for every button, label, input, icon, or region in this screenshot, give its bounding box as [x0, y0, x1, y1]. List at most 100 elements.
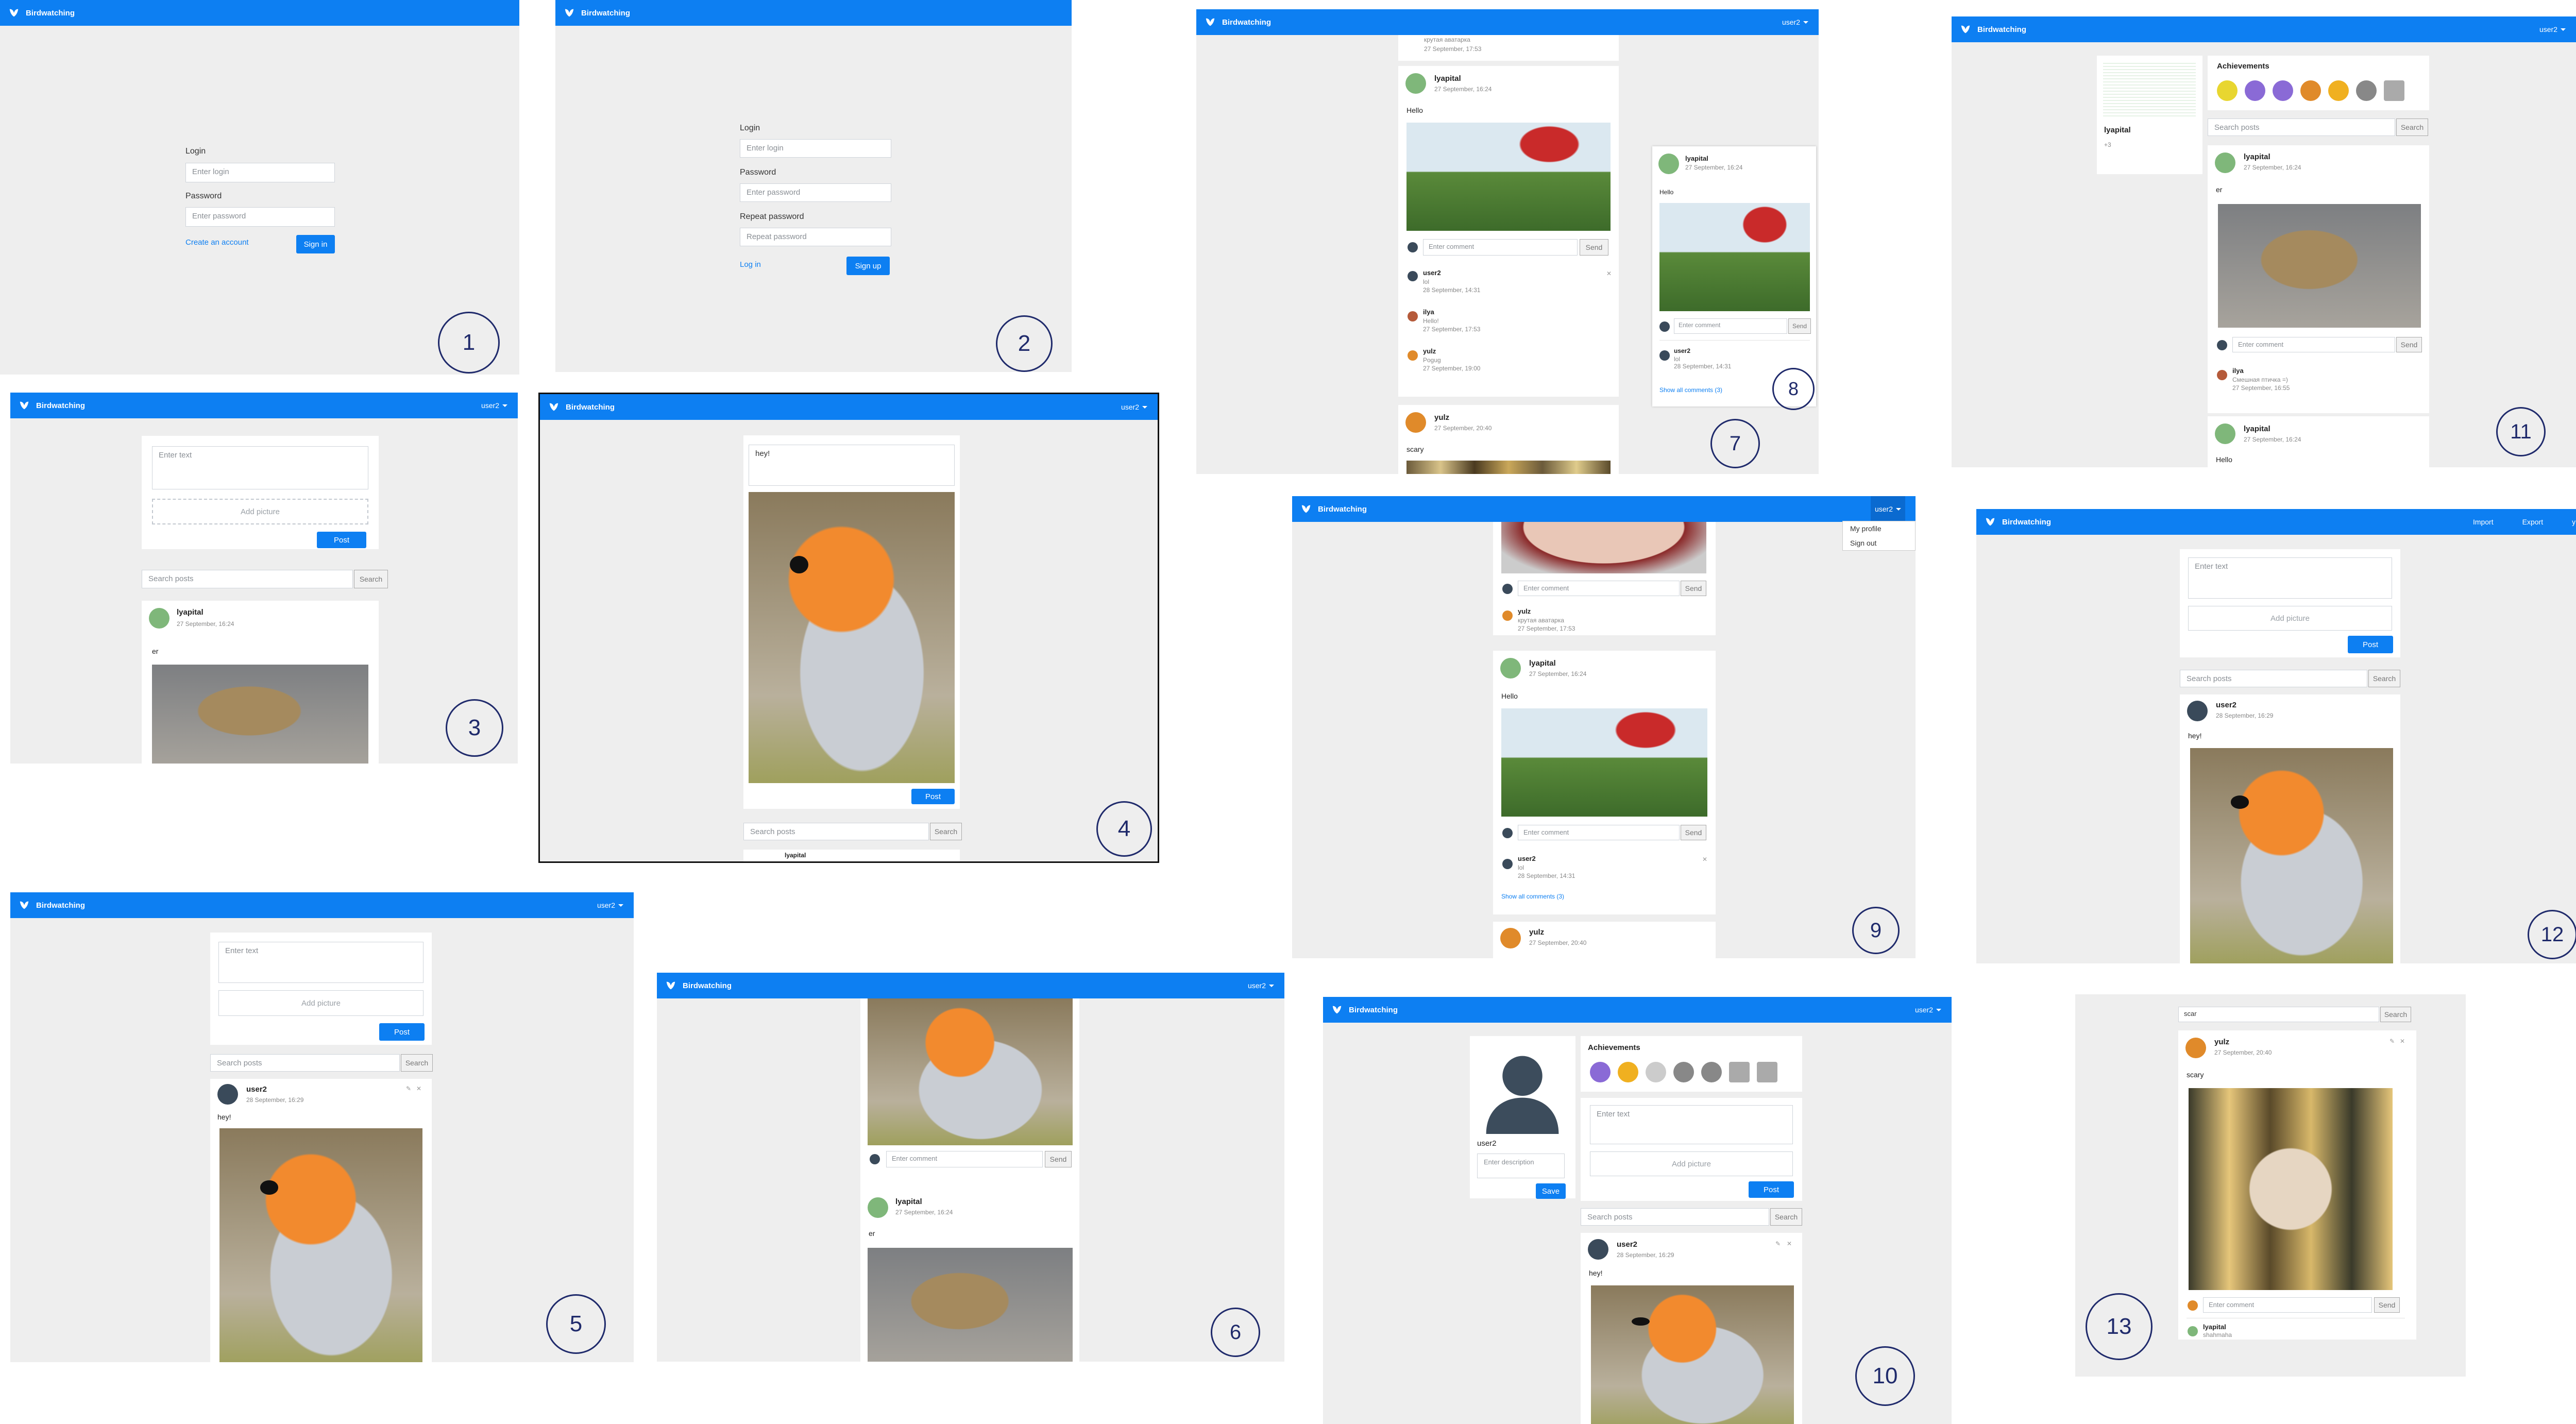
post-author[interactable]: lyapital	[2244, 152, 2270, 161]
search-button[interactable]: Search	[1770, 1208, 1802, 1226]
send-button[interactable]: Send	[1681, 581, 1706, 596]
search-input[interactable]: scar	[2178, 1007, 2379, 1022]
comment-input[interactable]: Enter comment	[886, 1151, 1043, 1167]
delete-comment-icon[interactable]: ✕	[1702, 856, 1707, 863]
post-author[interactable]: lyapital	[1685, 155, 1708, 162]
comment-author[interactable]: ilya	[1423, 308, 1434, 316]
password-input[interactable]: Enter password	[740, 183, 891, 202]
delete-comment-icon[interactable]: ✕	[1606, 270, 1612, 277]
create-account-link[interactable]: Create an account	[185, 238, 249, 247]
add-picture-button[interactable]: Add picture	[218, 990, 423, 1016]
search-button[interactable]: Search	[930, 823, 962, 840]
menu-item-sign-out[interactable]: Sign out	[1843, 536, 1915, 550]
user-dropdown[interactable]: user2	[1121, 394, 1147, 420]
post-author[interactable]: lyapital	[177, 608, 204, 617]
show-all-comments-link[interactable]: Show all comments (3)	[1659, 386, 1722, 394]
comment-author[interactable]: ilya	[2232, 367, 2244, 375]
search-input[interactable]: Search posts	[743, 823, 929, 840]
comment-author[interactable]: yulz	[1423, 347, 1436, 355]
send-button[interactable]: Send	[1681, 825, 1706, 840]
comment-input[interactable]: Enter comment	[2203, 1297, 2372, 1313]
post-author[interactable]: yulz	[2214, 1038, 2229, 1046]
post-author[interactable]: lyapital	[1434, 74, 1461, 83]
user-dropdown[interactable]: user2	[1915, 997, 1941, 1023]
search-input[interactable]: Search posts	[2208, 118, 2395, 136]
comment-author[interactable]: user2	[1423, 269, 1441, 277]
post-author[interactable]: user2	[246, 1085, 267, 1094]
brand[interactable]: Birdwatching	[1300, 496, 1367, 522]
comment-author[interactable]: lyapital	[2203, 1323, 2226, 1331]
post-text-input[interactable]: Enter text	[152, 446, 368, 489]
post-author[interactable]: yulz	[1529, 928, 1544, 937]
save-button[interactable]: Save	[1536, 1183, 1566, 1199]
user-dropdown[interactable]: user2	[1782, 9, 1808, 35]
send-button[interactable]: Send	[1580, 239, 1608, 256]
post-author[interactable]: user2	[2216, 701, 2236, 709]
add-picture-button[interactable]: Add picture	[2188, 606, 2392, 631]
brand[interactable]: Birdwatching	[1205, 9, 1271, 35]
delete-icon[interactable]: ✕	[416, 1085, 421, 1092]
sign-in-button[interactable]: Sign in	[296, 235, 335, 253]
user-dropdown[interactable]: user2	[2539, 16, 2566, 42]
post-button[interactable]: Post	[317, 532, 366, 548]
user-dropdown[interactable]: user2	[597, 892, 623, 918]
send-button[interactable]: Send	[2396, 337, 2422, 352]
post-button[interactable]: Post	[2348, 636, 2393, 653]
post-text-input[interactable]: Enter text	[1590, 1105, 1793, 1144]
comment-input[interactable]: Enter comment	[1518, 825, 1680, 840]
menu-item-my-profile[interactable]: My profile	[1843, 521, 1915, 536]
search-input[interactable]: Search posts	[142, 570, 353, 588]
comment-author[interactable]: user2	[1674, 347, 1690, 354]
login-input[interactable]: Enter login	[185, 163, 335, 182]
log-in-link[interactable]: Log in	[740, 260, 761, 269]
brand[interactable]: Birdwatching	[8, 0, 75, 26]
post-text-input[interactable]: Enter text	[2188, 557, 2392, 599]
delete-icon[interactable]: ✕	[1787, 1240, 1792, 1247]
brand[interactable]: Birdwatching	[19, 892, 85, 918]
user-dropdown-open[interactable]: user2	[1870, 496, 1905, 522]
export-link[interactable]: Export	[2522, 518, 2543, 526]
post-author[interactable]: lyapital	[895, 1197, 922, 1206]
search-button[interactable]: Search	[2380, 1007, 2411, 1022]
login-input[interactable]: Enter login	[740, 139, 891, 158]
post-author[interactable]: lyapital	[1529, 659, 1556, 668]
description-input[interactable]: Enter description	[1477, 1154, 1565, 1178]
search-button[interactable]: Search	[2396, 118, 2428, 136]
post-author[interactable]: yulz	[1434, 413, 1449, 422]
brand[interactable]: Birdwatching	[1331, 997, 1398, 1023]
post-author[interactable]: lyapital	[785, 852, 806, 859]
brand[interactable]: Birdwatching	[19, 393, 85, 418]
send-button[interactable]: Send	[1788, 318, 1811, 334]
post-button[interactable]: Post	[379, 1023, 425, 1041]
brand[interactable]: Birdwatching	[1985, 509, 2051, 535]
user-dropdown[interactable]: user2	[1248, 973, 1274, 998]
edit-icon[interactable]: ✎	[2389, 1038, 2395, 1045]
brand[interactable]: Birdwatching	[548, 394, 615, 420]
post-author[interactable]: user2	[1617, 1240, 1637, 1249]
user-dropdown[interactable]: yulz	[2572, 509, 2576, 535]
search-button[interactable]: Search	[401, 1054, 433, 1072]
brand[interactable]: Birdwatching	[665, 973, 732, 998]
password-input[interactable]: Enter password	[185, 207, 335, 227]
repeat-password-input[interactable]: Repeat password	[740, 228, 891, 246]
user-dropdown[interactable]: user2	[481, 393, 507, 418]
comment-input[interactable]: Enter comment	[1518, 581, 1680, 596]
search-button[interactable]: Search	[354, 570, 388, 588]
edit-icon[interactable]: ✎	[406, 1085, 411, 1092]
search-input[interactable]: Search posts	[1581, 1208, 1769, 1226]
comment-input[interactable]: Enter comment	[1674, 318, 1787, 334]
post-button[interactable]: Post	[1749, 1181, 1794, 1198]
search-input[interactable]: Search posts	[210, 1054, 400, 1072]
comment-input[interactable]: Enter comment	[2232, 337, 2395, 352]
import-link[interactable]: Import	[2473, 518, 2494, 526]
comment-input[interactable]: Enter comment	[1423, 239, 1578, 256]
search-button[interactable]: Search	[2368, 670, 2400, 687]
post-text-input[interactable]: hey!	[749, 445, 955, 486]
send-button[interactable]: Send	[2374, 1297, 2400, 1313]
sign-up-button[interactable]: Sign up	[846, 257, 890, 275]
edit-icon[interactable]: ✎	[1775, 1240, 1781, 1247]
delete-icon[interactable]: ✕	[2400, 1038, 2405, 1045]
search-input[interactable]: Search posts	[2180, 670, 2367, 687]
brand[interactable]: Birdwatching	[564, 0, 630, 26]
add-picture-button[interactable]: Add picture	[152, 499, 368, 524]
